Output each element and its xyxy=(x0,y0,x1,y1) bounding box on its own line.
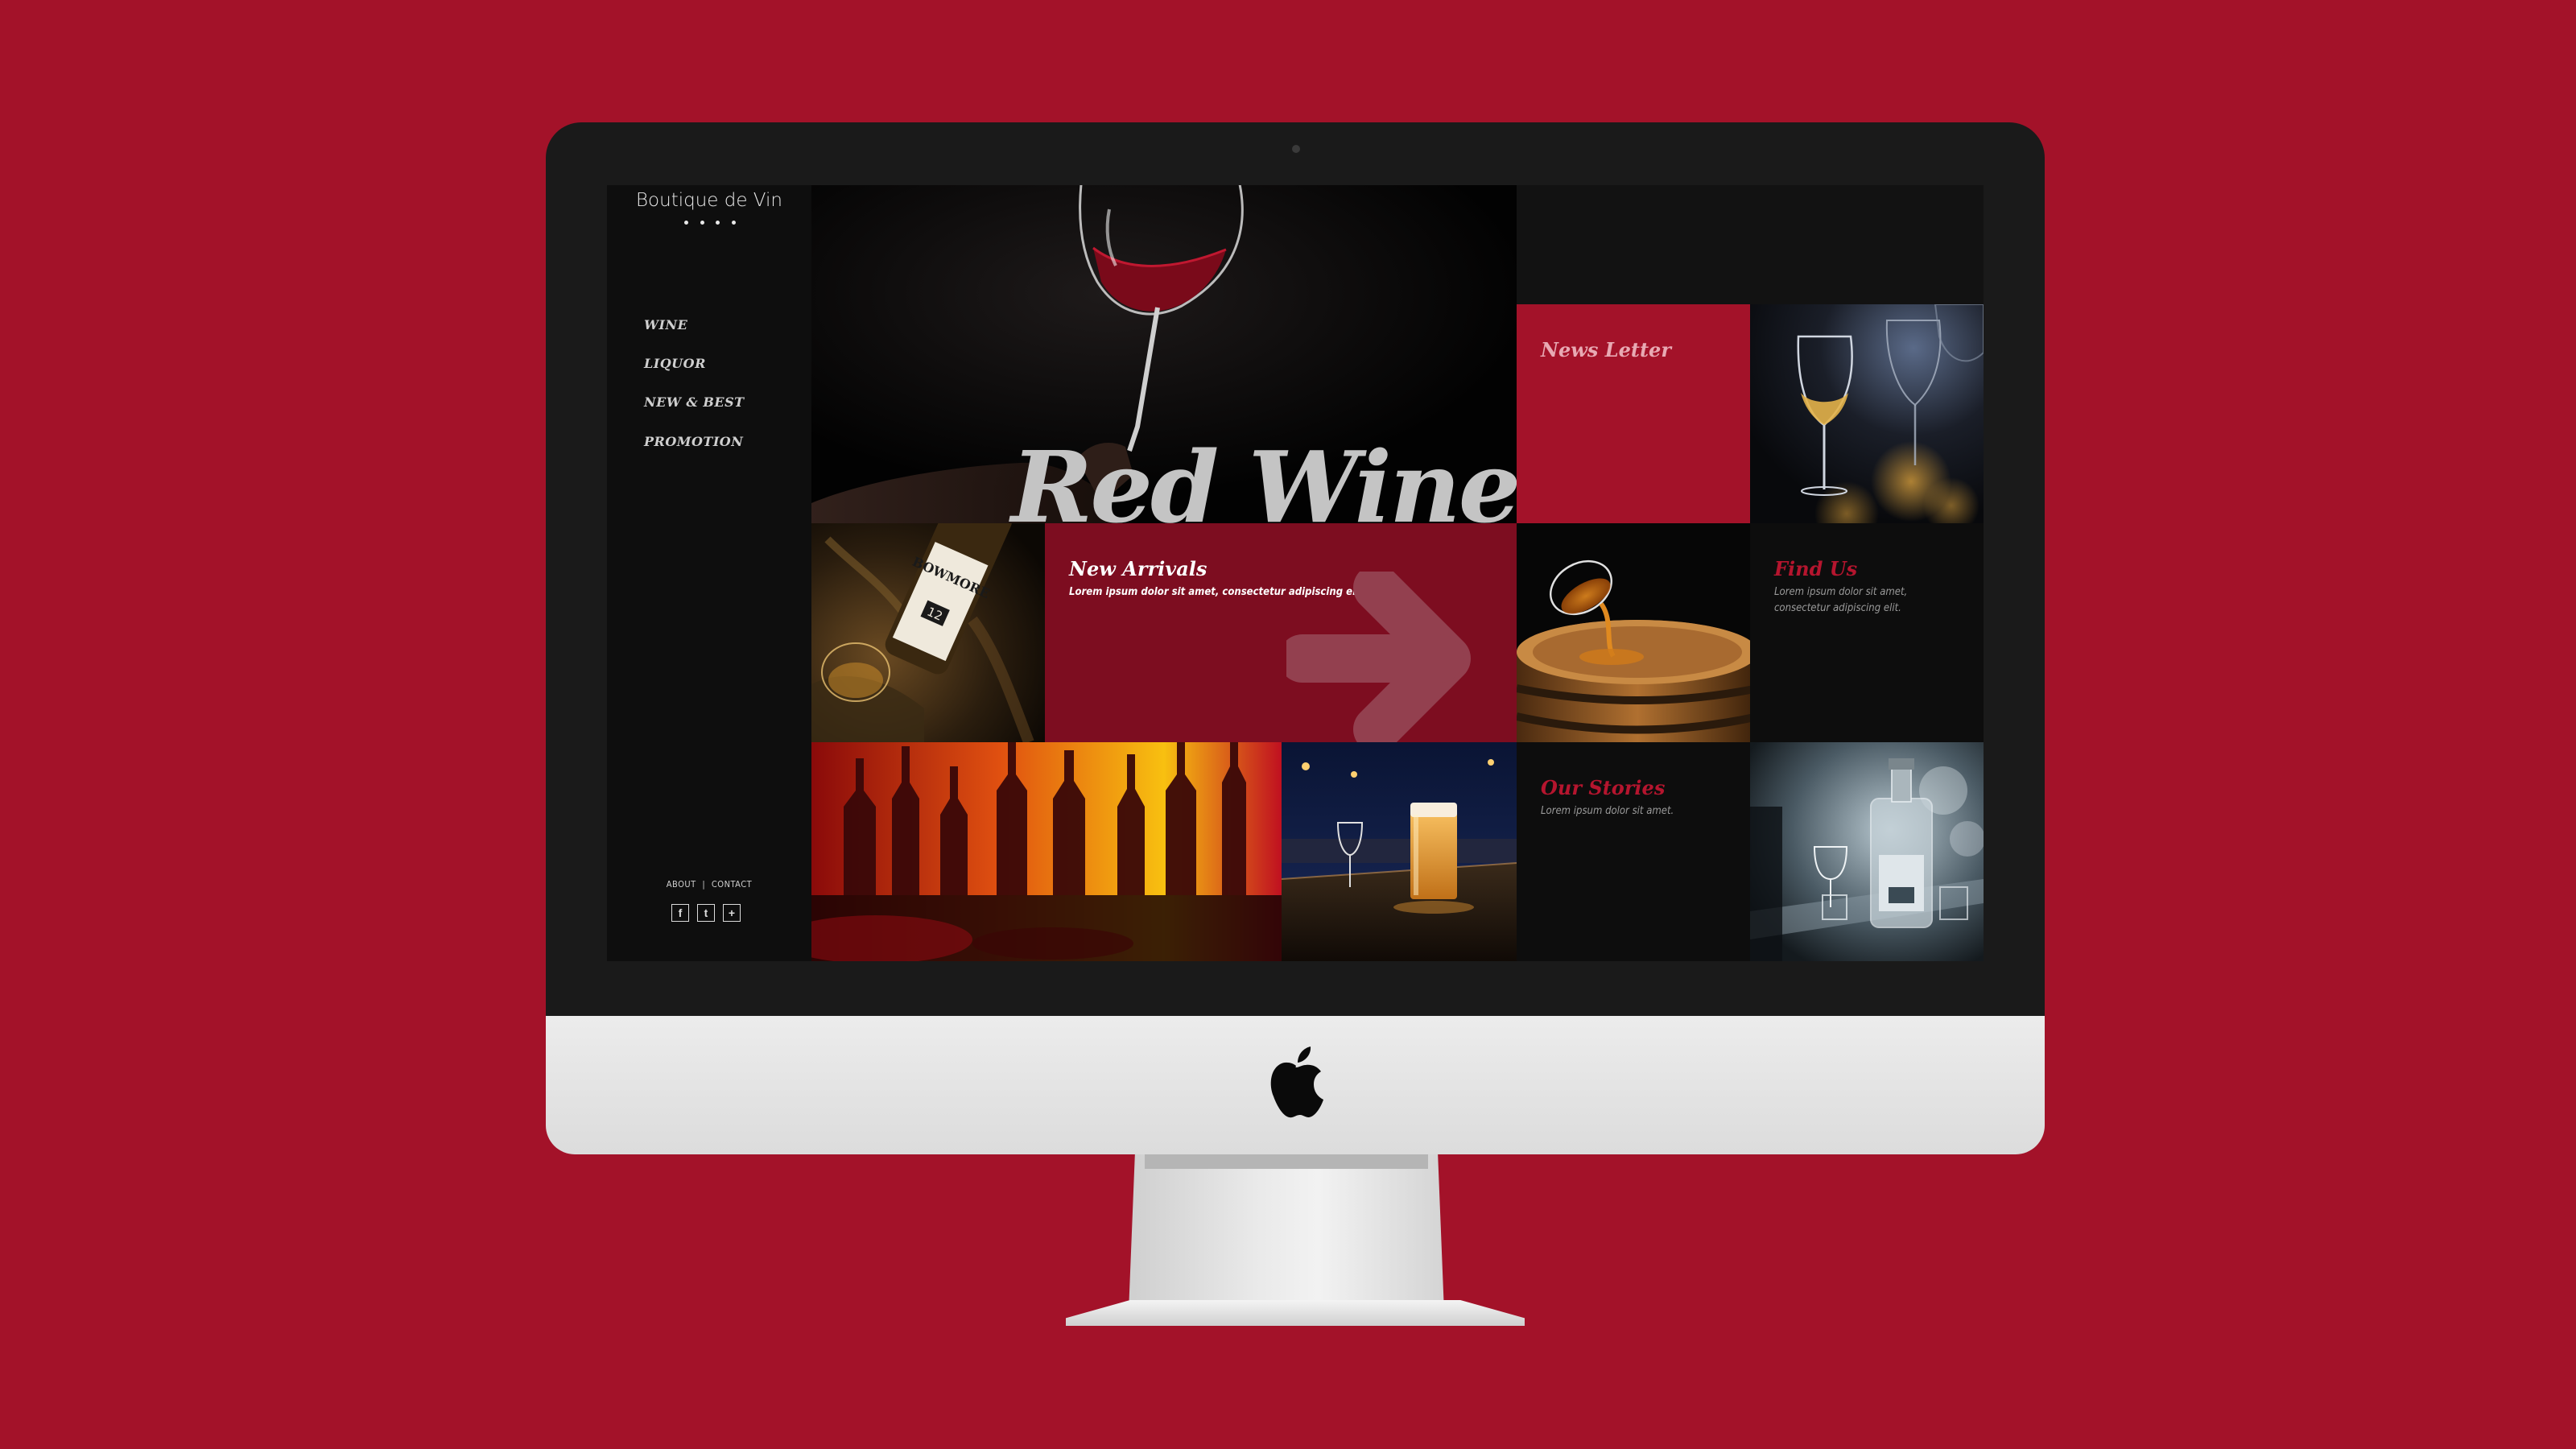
find-us-text-line2: consectetur adipiscing elit. xyxy=(1774,602,1901,614)
nav-item-wine[interactable]: WINE xyxy=(644,317,687,332)
facebook-icon[interactable]: f xyxy=(671,904,689,922)
white-wine-image-tile[interactable] xyxy=(1750,304,1984,523)
new-arrivals-title: New Arrivals xyxy=(1069,557,1208,580)
our-stories-text: Lorem ipsum dolor sit amet. xyxy=(1541,805,1674,817)
nav-item-liquor[interactable]: LIQUOR xyxy=(644,356,706,371)
footer-links: ABOUT | CONTACT xyxy=(607,879,811,890)
newsletter-tile[interactable]: News Letter xyxy=(1517,304,1750,523)
sidebar: Boutique de Vin WINE LIQUOR NEW & BEST P… xyxy=(607,185,811,961)
about-link[interactable]: ABOUT xyxy=(667,879,696,890)
arrow-right-icon[interactable] xyxy=(1286,572,1517,742)
camera-icon xyxy=(1292,145,1300,153)
footer-divider: | xyxy=(702,879,706,890)
newsletter-title: News Letter xyxy=(1541,338,1671,361)
find-us-tile[interactable]: Find Us Lorem ipsum dolor sit amet, cons… xyxy=(1750,523,1984,742)
beer-glass-image xyxy=(1282,742,1517,961)
white-wine-glasses-image xyxy=(1750,304,1984,523)
barrel-image-tile[interactable] xyxy=(1517,523,1750,742)
monitor-stand-foot xyxy=(1066,1300,1525,1326)
gin-bottle-image xyxy=(1750,742,1984,961)
beer-image-tile[interactable] xyxy=(1282,742,1517,961)
contact-link[interactable]: CONTACT xyxy=(712,879,752,890)
apple-logo-icon xyxy=(1270,1046,1323,1118)
brandy-barrel-image xyxy=(1517,523,1750,742)
nav-item-promotion[interactable]: PROMOTION xyxy=(644,434,743,449)
top-bar-area xyxy=(1517,185,1984,304)
hero-title: Red Wine xyxy=(1011,429,1517,523)
gin-bottle-image-tile[interactable] xyxy=(1750,742,1984,961)
new-arrivals-tile[interactable]: New Arrivals Lorem ipsum dolor sit amet,… xyxy=(1045,523,1517,742)
screen: Boutique de Vin WINE LIQUOR NEW & BEST P… xyxy=(607,185,1984,961)
bottles-image-tile[interactable] xyxy=(811,742,1282,961)
find-us-title: Find Us xyxy=(1774,557,1858,580)
brand-logo[interactable]: Boutique de Vin xyxy=(607,190,811,211)
nav-item-new-best[interactable]: NEW & BEST xyxy=(644,394,745,410)
monitor-stand-shadow xyxy=(1145,1154,1428,1169)
plus-icon[interactable]: + xyxy=(723,904,741,922)
hero-tile[interactable]: Red Wine xyxy=(811,185,1517,523)
brand-dots xyxy=(684,221,736,225)
twitter-icon[interactable]: t xyxy=(697,904,715,922)
our-stories-title: Our Stories xyxy=(1541,776,1666,799)
whisky-bottle-image: BOWMORE 12 xyxy=(811,523,1045,742)
monitor-stand-neck xyxy=(1129,1154,1444,1312)
our-stories-tile[interactable]: Our Stories Lorem ipsum dolor sit amet. xyxy=(1517,742,1750,961)
whisky-bottle-image-tile[interactable]: BOWMORE 12 xyxy=(811,523,1045,742)
bar-bottles-image xyxy=(811,742,1282,961)
social-links: f t + xyxy=(671,904,741,922)
find-us-text-line1: Lorem ipsum dolor sit amet, xyxy=(1774,586,1908,598)
